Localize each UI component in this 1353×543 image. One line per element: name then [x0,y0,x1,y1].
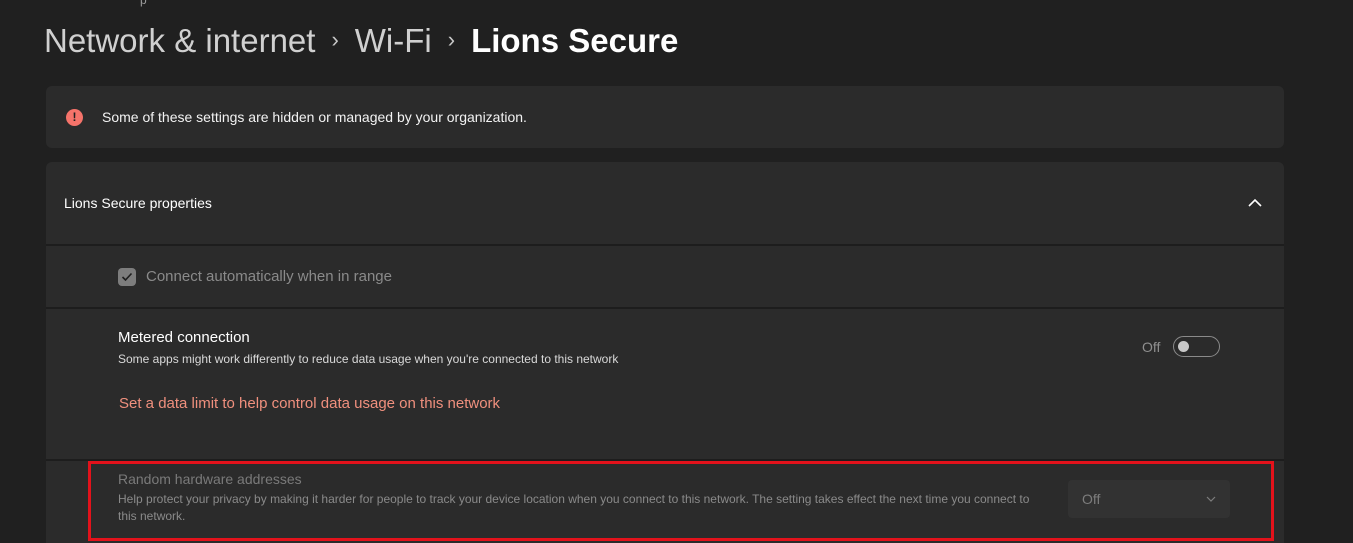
top-strip: p [0,0,1353,7]
info-icon: ! [66,108,83,126]
random-hardware-addresses-title: Random hardware addresses [118,471,302,487]
properties-panel: Lions Secure properties Connect automati… [46,162,1284,543]
random-hardware-addresses-dropdown[interactable]: Off [1068,480,1230,518]
properties-title: Lions Secure properties [64,195,212,211]
cut-off-text: p [140,0,147,7]
breadcrumb: Network & internet › Wi-Fi › Lions Secur… [44,18,678,64]
properties-header[interactable]: Lions Secure properties [46,162,1284,244]
managed-settings-notice: ! Some of these settings are hidden or m… [46,86,1284,148]
metered-toggle-group: Off [1142,336,1221,357]
breadcrumb-wifi[interactable]: Wi-Fi [355,22,432,60]
breadcrumb-network-internet[interactable]: Network & internet [44,22,315,60]
breadcrumb-separator-icon: › [331,27,339,52]
metered-toggle-state: Off [1142,338,1161,355]
dropdown-selected-value: Off [1082,491,1101,507]
notice-text: Some of these settings are hidden or man… [102,109,527,125]
set-data-limit-link[interactable]: Set a data limit to help control data us… [119,395,500,412]
toggle-knob [1178,341,1190,352]
page-title: Lions Secure [471,22,679,59]
connect-automatically-label: Connect automatically when in range [146,268,392,285]
metered-connection-row: Metered connection Some apps might work … [46,309,1284,459]
breadcrumb-separator-icon: › [447,27,456,52]
chevron-up-icon[interactable] [1248,194,1262,212]
metered-connection-toggle[interactable] [1173,336,1221,357]
chevron-down-icon [1206,493,1216,505]
random-hardware-addresses-row: Random hardware addresses Help protect y… [46,461,1284,543]
metered-connection-description: Some apps might work differently to redu… [118,352,619,366]
connect-automatically-checkbox[interactable] [118,267,136,286]
random-hardware-addresses-description: Help protect your privacy by making it h… [118,492,1030,523]
connect-automatically-row: Connect automatically when in range [46,246,1284,307]
metered-connection-title: Metered connection [118,329,250,346]
